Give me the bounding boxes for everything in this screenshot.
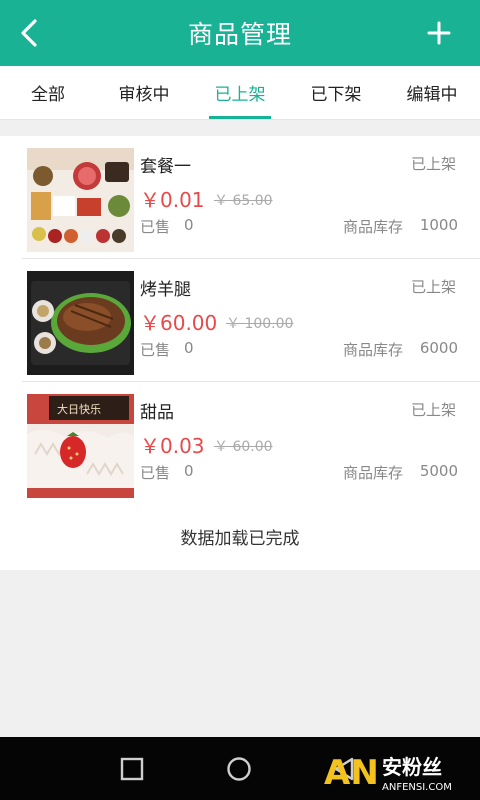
home-button[interactable] bbox=[225, 755, 253, 783]
product-name: 烤羊腿 bbox=[140, 280, 191, 300]
stock-label: 商品库存 bbox=[343, 464, 404, 482]
product-original-price: ￥ 60.00 bbox=[214, 439, 273, 455]
square-icon bbox=[120, 757, 144, 781]
tab-delisted[interactable]: 已下架 bbox=[288, 66, 384, 119]
stock-count: 1000 bbox=[419, 216, 458, 234]
top-app-bar: 商品管理 bbox=[0, 0, 480, 66]
product-image-dessert: 大日快乐 bbox=[27, 394, 134, 498]
product-image-set-meal bbox=[27, 148, 134, 252]
stock-count: 6000 bbox=[419, 339, 458, 357]
product-item[interactable]: 大日快乐 甜品 已上架 ￥0.03 ￥ 60.00 已售 0 商品库存 5000 bbox=[0, 382, 480, 505]
product-original-price: ￥ 100.00 bbox=[226, 316, 294, 332]
recent-apps-button[interactable] bbox=[118, 755, 146, 783]
sold-label: 已售 bbox=[140, 341, 171, 359]
product-name: 套餐一 bbox=[140, 157, 191, 177]
product-price: ￥0.01 bbox=[140, 188, 205, 212]
product-status: 已上架 bbox=[410, 278, 456, 296]
stock-label: 商品库存 bbox=[343, 218, 404, 236]
sold-count: 0 bbox=[184, 216, 194, 234]
product-image-roast-lamb-leg bbox=[27, 271, 134, 375]
status-tabs: 全部 审核中 已上架 已下架 编辑中 bbox=[0, 66, 480, 120]
sold-label: 已售 bbox=[140, 464, 171, 482]
circle-icon bbox=[227, 757, 251, 781]
back-button[interactable] bbox=[14, 15, 44, 51]
product-status: 已上架 bbox=[410, 155, 456, 173]
stock-label: 商品库存 bbox=[343, 341, 404, 359]
product-list: 套餐一 已上架 ￥0.01 ￥ 65.00 已售 0 商品库存 1000 烤羊腿… bbox=[0, 136, 480, 570]
product-item[interactable]: 套餐一 已上架 ￥0.01 ￥ 65.00 已售 0 商品库存 1000 bbox=[0, 136, 480, 259]
sold-count: 0 bbox=[184, 462, 194, 480]
product-item[interactable]: 烤羊腿 已上架 ￥60.00 ￥ 100.00 已售 0 商品库存 6000 bbox=[0, 259, 480, 382]
chevron-left-icon bbox=[21, 19, 37, 47]
list-end-message: 数据加载已完成 bbox=[180, 529, 300, 549]
product-price: ￥60.00 bbox=[140, 311, 218, 335]
tab-listed[interactable]: 已上架 bbox=[192, 66, 288, 119]
svg-text:AN: AN bbox=[324, 753, 379, 793]
product-name: 甜品 bbox=[140, 403, 174, 423]
product-price: ￥0.03 bbox=[140, 434, 205, 458]
stock-count: 5000 bbox=[419, 462, 458, 480]
tab-under-review[interactable]: 审核中 bbox=[96, 66, 192, 119]
plus-icon bbox=[427, 21, 451, 45]
sold-label: 已售 bbox=[140, 218, 171, 236]
product-status: 已上架 bbox=[410, 401, 456, 419]
sold-count: 0 bbox=[184, 339, 194, 357]
page-title: 商品管理 bbox=[187, 20, 292, 49]
svg-text:大日快乐: 大日快乐 bbox=[57, 402, 101, 416]
product-original-price: ￥ 65.00 bbox=[214, 193, 273, 209]
tab-all[interactable]: 全部 bbox=[0, 66, 96, 119]
add-product-button[interactable] bbox=[424, 18, 454, 48]
watermark-site: ANFENSI.COM bbox=[382, 782, 452, 793]
watermark-logo: AN 安粉丝 ANFENSI.COM bbox=[324, 748, 474, 796]
tab-editing[interactable]: 编辑中 bbox=[384, 66, 480, 119]
watermark-brand: 安粉丝 bbox=[382, 755, 442, 779]
